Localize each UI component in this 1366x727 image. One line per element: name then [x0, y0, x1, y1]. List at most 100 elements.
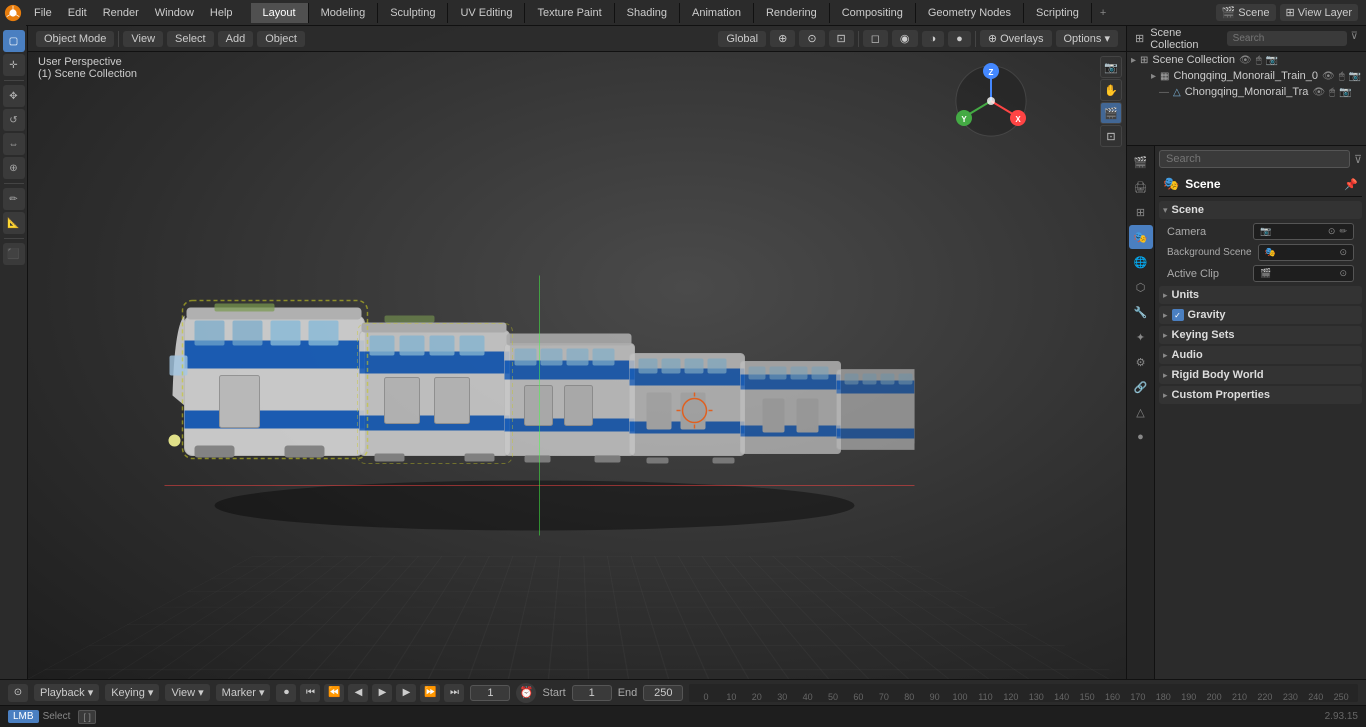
props-filter-icon[interactable]: ⊽: [1354, 153, 1362, 166]
tab-animation[interactable]: Animation: [680, 3, 754, 23]
end-frame-input[interactable]: [643, 685, 683, 701]
scene-selector[interactable]: 🎬 Scene: [1216, 4, 1276, 21]
prop-render-icon[interactable]: 🎬: [1129, 150, 1153, 174]
outliner-item-train-1[interactable]: ▸ ▦ Chongqing_Monorail_Train_0 👁 🖱 📷: [1143, 68, 1366, 84]
camera-field[interactable]: 📷 ⊙ ✏: [1253, 223, 1354, 240]
outliner-scene-collection[interactable]: ▸ ⊞ Scene Collection 👁 🖱 📷: [1127, 52, 1366, 68]
prop-object-icon[interactable]: ⬡: [1129, 275, 1153, 299]
prop-world-icon[interactable]: 🌐: [1129, 250, 1153, 274]
cursor-tool-button[interactable]: ✛: [3, 54, 25, 76]
jump-back-button[interactable]: ⏪: [324, 684, 344, 702]
keying-dropdown[interactable]: Keying ▾: [105, 684, 159, 701]
timeline-ruler[interactable]: 0 10 20 30 40 50 60 70 80 90 100 110 120…: [689, 684, 1358, 702]
prop-modifier-icon[interactable]: 🔧: [1129, 300, 1153, 324]
select-tool-button[interactable]: ▢: [3, 30, 25, 52]
transform-tool-button[interactable]: ⊕: [3, 157, 25, 179]
camera-browse-icon[interactable]: ⊙: [1328, 226, 1336, 237]
item2-view-icon[interactable]: 👁: [1312, 87, 1325, 98]
menu-file[interactable]: File: [26, 4, 60, 22]
play-button[interactable]: ▶: [372, 684, 392, 702]
camera-eyedropper-icon[interactable]: ✏: [1339, 226, 1347, 237]
tab-modeling[interactable]: Modeling: [309, 3, 379, 23]
annotate-tool-button[interactable]: ✏: [3, 188, 25, 210]
rigid-body-section-header[interactable]: ▸ Rigid Body World: [1159, 366, 1362, 384]
measure-tool-button[interactable]: 📐: [3, 212, 25, 234]
keying-sets-section-header[interactable]: ▸ Keying Sets: [1159, 326, 1362, 344]
tab-geometry-nodes[interactable]: Geometry Nodes: [916, 3, 1024, 23]
jump-forward-button[interactable]: ⏩: [420, 684, 440, 702]
gravity-section-header[interactable]: ▸ ✓ Gravity: [1159, 306, 1362, 324]
prev-frame-button[interactable]: ◀: [348, 684, 368, 702]
add-workspace-button[interactable]: +: [1092, 3, 1114, 23]
global-transform-button[interactable]: Global: [718, 31, 766, 47]
item1-view-icon[interactable]: 👁: [1322, 71, 1335, 82]
tab-texture-paint[interactable]: Texture Paint: [525, 3, 614, 23]
next-frame-button[interactable]: ▶: [396, 684, 416, 702]
outliner-search-input[interactable]: [1227, 31, 1347, 46]
custom-props-section-header[interactable]: ▸ Custom Properties: [1159, 386, 1362, 404]
tab-sculpting[interactable]: Sculpting: [378, 3, 448, 23]
menu-edit[interactable]: Edit: [60, 4, 95, 22]
snap-button[interactable]: ⊡: [829, 30, 854, 47]
prop-material-icon[interactable]: ●: [1129, 425, 1153, 449]
restrict-view-icon[interactable]: 👁: [1239, 55, 1252, 66]
shading-solid-button[interactable]: ◉: [892, 30, 918, 47]
active-clip-field[interactable]: 🎬 ⊙: [1253, 265, 1354, 282]
render-view-button[interactable]: 🎬: [1100, 102, 1122, 124]
prop-constraints-icon[interactable]: 🔗: [1129, 375, 1153, 399]
navigation-gizmo[interactable]: Z X Y: [951, 61, 1031, 141]
prop-view-layer-icon[interactable]: ⊞: [1129, 200, 1153, 224]
object-menu-button[interactable]: Object: [257, 31, 305, 47]
props-search-input[interactable]: [1159, 150, 1350, 168]
item2-render-icon[interactable]: 📷: [1339, 87, 1351, 98]
object-mode-button[interactable]: Object Mode: [36, 31, 114, 47]
tab-compositing[interactable]: Compositing: [830, 3, 916, 23]
outliner-item-train-2[interactable]: — △ Chongqing_Monorail_Tra 👁 🖱 📷: [1127, 84, 1366, 100]
item1-render-icon[interactable]: 📷: [1349, 71, 1361, 82]
playback-dropdown[interactable]: Playback ▾: [34, 684, 99, 701]
shading-render-button[interactable]: ●: [948, 31, 971, 47]
scene-section-header[interactable]: ▾ Scene: [1159, 201, 1362, 219]
proportional-edit-button[interactable]: ⊙: [799, 30, 824, 47]
tab-layout[interactable]: Layout: [251, 3, 309, 23]
start-frame-input[interactable]: [572, 685, 612, 701]
tab-shading[interactable]: Shading: [615, 3, 680, 23]
prop-output-icon[interactable]: 🖨: [1129, 175, 1153, 199]
shading-material-button[interactable]: ◑: [922, 31, 945, 47]
restrict-select-icon[interactable]: 🖱: [1256, 55, 1262, 66]
select-menu-button[interactable]: Select: [167, 31, 214, 47]
menu-help[interactable]: Help: [202, 4, 241, 22]
prop-physics-icon[interactable]: ⚙: [1129, 350, 1153, 374]
skip-end-button[interactable]: ⏭: [444, 684, 464, 702]
menu-window[interactable]: Window: [147, 4, 202, 22]
add-cube-tool-button[interactable]: ⬛: [3, 243, 25, 265]
marker-dropdown[interactable]: Marker ▾: [216, 684, 271, 701]
tab-uv-editing[interactable]: UV Editing: [448, 3, 525, 23]
background-scene-field[interactable]: 🎭 ⊙: [1258, 244, 1354, 261]
overlay-button[interactable]: ⊕ Overlays: [980, 30, 1052, 47]
tab-scripting[interactable]: Scripting: [1024, 3, 1092, 23]
record-button[interactable]: ⏺: [276, 684, 296, 702]
units-section-header[interactable]: ▸ Units: [1159, 286, 1362, 304]
item2-select-icon[interactable]: 🖱: [1329, 87, 1335, 98]
viewport[interactable]: Object Mode View Select Add Object Globa…: [28, 26, 1126, 679]
move-tool-button[interactable]: ✥: [3, 85, 25, 107]
menu-render[interactable]: Render: [95, 4, 147, 22]
shading-wire-button[interactable]: ◻: [863, 30, 888, 47]
props-pin-icon[interactable]: 📌: [1344, 178, 1358, 191]
gravity-checkbox[interactable]: ✓: [1172, 309, 1184, 321]
clip-browse-icon[interactable]: ⊙: [1339, 268, 1347, 279]
outliner-filter-button[interactable]: ⊽: [1351, 31, 1358, 46]
view-menu-button[interactable]: View: [123, 31, 163, 47]
view-dropdown[interactable]: View ▾: [165, 684, 209, 701]
timeline-mode-button[interactable]: ⊙: [8, 684, 28, 702]
rotate-tool-button[interactable]: ↺: [3, 109, 25, 131]
bg-scene-browse-icon[interactable]: ⊙: [1339, 247, 1347, 258]
scale-tool-button[interactable]: ⇔: [3, 133, 25, 155]
restrict-render-icon[interactable]: 📷: [1266, 55, 1278, 66]
prop-particles-icon[interactable]: ✦: [1129, 325, 1153, 349]
prop-object-data-icon[interactable]: △: [1129, 400, 1153, 424]
tab-rendering[interactable]: Rendering: [754, 3, 830, 23]
camera-view-button[interactable]: 📷: [1100, 56, 1122, 78]
transform-options-button[interactable]: ⊕: [770, 30, 795, 47]
